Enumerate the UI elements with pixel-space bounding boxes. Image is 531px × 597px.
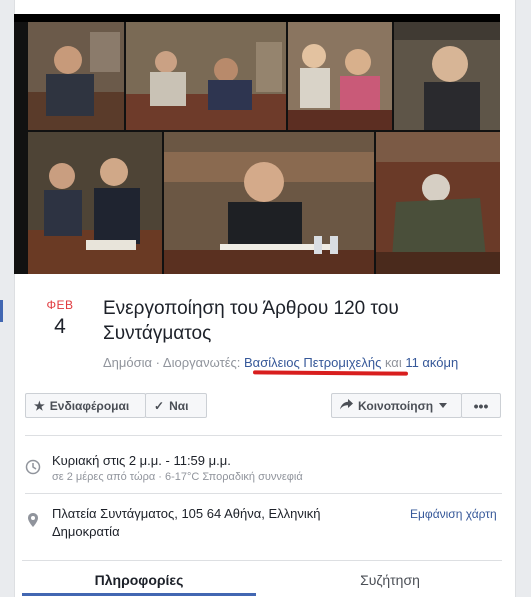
cover-photo-tile xyxy=(164,132,374,274)
organizer-link[interactable]: Βασίλειος Πετρομιχελής xyxy=(244,355,381,370)
more-icon: ••• xyxy=(473,397,489,414)
share-arrow-icon xyxy=(340,398,353,413)
event-meta: Δημόσια · Διοργανωτές: Βασίλειος Πετρομι… xyxy=(103,355,458,370)
location-pin-icon xyxy=(25,512,41,528)
left-gutter xyxy=(0,0,14,597)
cover-photo-tile xyxy=(28,22,124,130)
event-date: ΦΕΒ 4 xyxy=(40,298,80,339)
more-options-button[interactable]: ••• xyxy=(461,393,501,418)
going-button-label: Ναι xyxy=(169,398,189,413)
event-visibility: Δημόσια xyxy=(103,355,153,370)
cover-photo-tile xyxy=(376,132,500,274)
clock-icon xyxy=(25,459,41,475)
organizers-label: Διοργανωτές: xyxy=(162,355,245,370)
chevron-down-icon xyxy=(439,403,448,408)
cover-photo-tile xyxy=(394,22,500,130)
tab-info[interactable]: Πληροφορίες xyxy=(22,561,256,597)
tab-discussion-label: Συζήτηση xyxy=(360,571,420,588)
tab-discussion[interactable]: Συζήτηση xyxy=(278,561,502,597)
and-word: και xyxy=(381,355,406,370)
right-gutter xyxy=(516,0,531,597)
going-button[interactable]: ✓ Ναι xyxy=(145,393,207,418)
divider xyxy=(25,435,502,436)
event-time-detail: σε 2 μέρες από τώρα · 6-17°C Σποραδική σ… xyxy=(52,471,303,483)
event-location[interactable]: Πλατεία Συντάγματος, 105 64 Αθήνα, Ελλην… xyxy=(52,505,352,541)
interested-button-label: Ενδιαφέρομαι xyxy=(49,398,130,413)
divider xyxy=(25,493,502,494)
cover-photo-tile xyxy=(126,22,286,130)
meta-separator: · xyxy=(152,355,163,370)
cover-top-bar xyxy=(14,14,500,22)
interested-button[interactable]: ★ Ενδιαφέρομαι xyxy=(25,393,146,418)
tab-info-label: Πληροφορίες xyxy=(94,571,184,588)
check-icon: ✓ xyxy=(154,398,165,413)
event-page: ΦΕΒ 4 Ενεργοποίηση του Άρθρου 120 του Συ… xyxy=(0,0,531,597)
event-title: Ενεργοποίηση του Άρθρου 120 του Συντάγμα… xyxy=(103,298,399,344)
share-button[interactable]: Κοινοποίηση xyxy=(331,393,462,418)
event-date-day: 4 xyxy=(54,315,66,338)
event-date-month: ΦΕΒ xyxy=(46,298,74,312)
star-icon: ★ xyxy=(34,398,45,413)
cover-photo-tile xyxy=(288,22,392,130)
cover-photo-tile xyxy=(28,132,162,274)
event-tabs: Πληροφορίες Συζήτηση xyxy=(22,560,502,597)
show-map-link[interactable]: Εμφάνιση χάρτη xyxy=(410,507,497,521)
left-nav-indicator xyxy=(0,300,3,322)
event-time[interactable]: Κυριακή στις 2 μ.μ. - 11:59 μ.μ. xyxy=(52,453,231,468)
event-cover-photo[interactable] xyxy=(14,14,500,274)
other-organizers-link[interactable]: 11 ακόμη xyxy=(405,355,458,370)
share-button-label: Κοινοποίηση xyxy=(358,398,434,413)
